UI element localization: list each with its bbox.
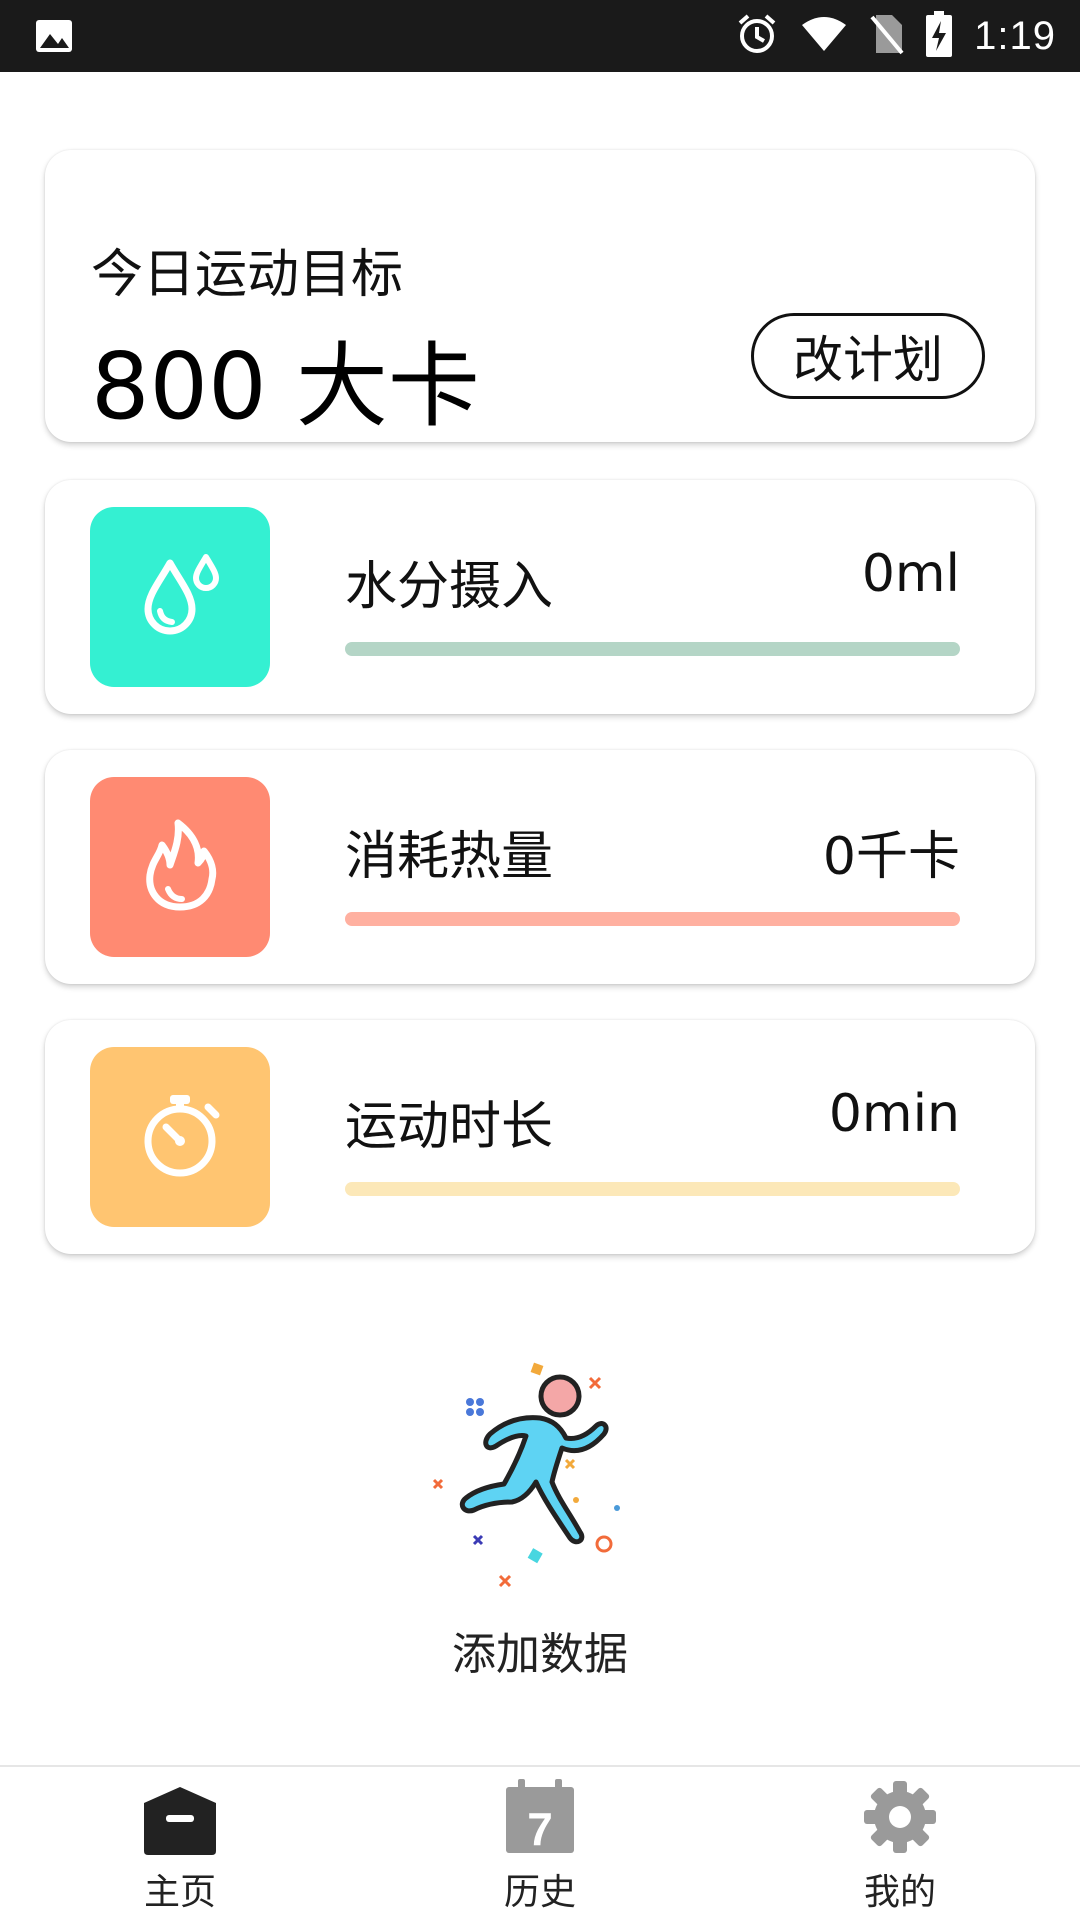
- home-icon: [142, 1785, 218, 1859]
- nav-label-profile: 我的: [863, 1872, 936, 1913]
- goal-title: 今日运动目标: [91, 245, 404, 305]
- nav-item-history[interactable]: 7 历史: [440, 1779, 640, 1919]
- wifi-icon: [800, 15, 848, 57]
- change-plan-button[interactable]: 改计划: [751, 313, 985, 399]
- nav-item-profile[interactable]: 我的: [800, 1779, 1000, 1919]
- duration-progress-bar: [345, 1182, 960, 1196]
- water-value: 0ml: [861, 544, 960, 604]
- alarm-icon: [736, 13, 778, 59]
- add-data-button[interactable]: 添加数据: [400, 1350, 680, 1680]
- nav-label-history: 历史: [503, 1872, 576, 1913]
- nav-label-home: 主页: [143, 1872, 216, 1913]
- status-bar: 1:19: [0, 0, 1080, 72]
- battery-charging-icon: [926, 11, 953, 61]
- status-time: 1:19: [974, 13, 1056, 58]
- add-data-label: 添加数据: [452, 1629, 628, 1680]
- running-person-icon: [420, 1350, 660, 1604]
- water-icon-box: [90, 507, 270, 687]
- no-sim-icon: [870, 13, 904, 59]
- duration-label: 运动时长: [345, 1097, 554, 1157]
- calories-label: 消耗热量: [345, 827, 554, 887]
- calories-value: 0千卡: [822, 827, 960, 887]
- water-intake-card[interactable]: 水分摄入 0ml: [45, 480, 1035, 714]
- duration-value: 0min: [828, 1084, 960, 1144]
- daily-goal-card: 今日运动目标 800 大卡 改计划: [45, 150, 1035, 442]
- exercise-duration-card[interactable]: 运动时长 0min: [45, 1020, 1035, 1254]
- stopwatch-icon: [130, 1085, 230, 1189]
- calories-burned-card[interactable]: 消耗热量 0千卡: [45, 750, 1035, 984]
- calendar-day-number: 7: [527, 1803, 553, 1855]
- water-label: 水分摄入: [345, 557, 554, 617]
- bottom-navigation: 主页 7 历史 我的: [0, 1765, 1080, 1922]
- nav-item-home[interactable]: 主页: [80, 1779, 280, 1919]
- calendar-icon: 7: [504, 1779, 576, 1859]
- water-progress-bar: [345, 642, 960, 656]
- stopwatch-icon-box: [90, 1047, 270, 1227]
- goal-value: 800 大卡: [91, 333, 480, 440]
- calories-progress-bar: [345, 912, 960, 926]
- flame-icon: [130, 815, 230, 919]
- water-drop-icon: [130, 545, 230, 649]
- flame-icon-box: [90, 777, 270, 957]
- image-icon: [34, 18, 74, 58]
- gear-icon: [862, 1779, 938, 1859]
